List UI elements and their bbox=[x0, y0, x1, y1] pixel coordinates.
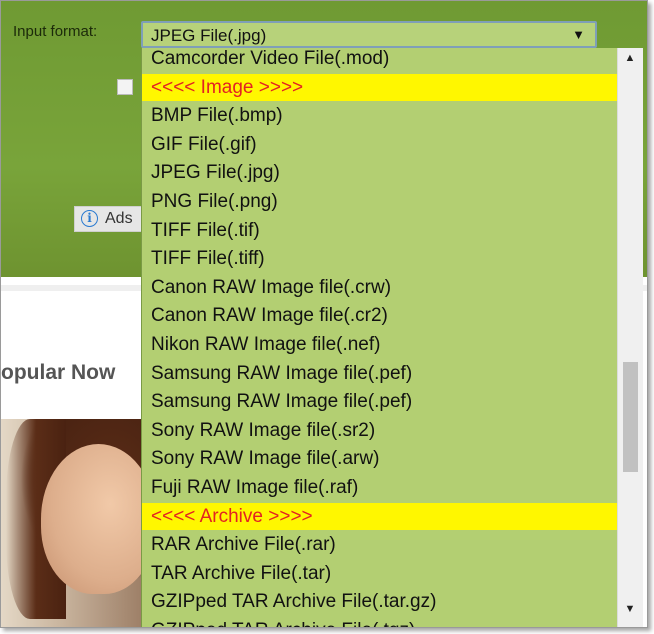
select-value: JPEG File(.jpg) bbox=[151, 26, 267, 45]
dropdown-group-header: <<<< Archive >>>> bbox=[142, 502, 618, 530]
dropdown-option[interactable]: Sony RAW Image file(.arw) bbox=[142, 445, 618, 472]
promo-photo[interactable] bbox=[1, 419, 141, 627]
dropdown-option[interactable]: TIFF File(.tiff) bbox=[142, 245, 618, 272]
scroll-up-icon[interactable]: ▲ bbox=[618, 52, 642, 70]
option-checkbox[interactable] bbox=[117, 79, 133, 95]
dropdown-option[interactable]: Samsung RAW Image file(.pef) bbox=[142, 388, 618, 415]
ads-label: Ads bbox=[105, 210, 133, 227]
dropdown-option[interactable]: Canon RAW Image file(.crw) bbox=[142, 274, 618, 301]
dropdown-option[interactable]: Samsung RAW Image file(.pef) bbox=[142, 360, 618, 387]
chevron-down-icon[interactable]: ▼ bbox=[572, 27, 585, 42]
dropdown-option[interactable]: GIF File(.gif) bbox=[142, 131, 618, 158]
dropdown-option[interactable]: Fuji RAW Image file(.raf) bbox=[142, 474, 618, 501]
input-format-label: Input format: bbox=[13, 23, 98, 40]
scroll-down-icon[interactable]: ▼ bbox=[618, 603, 642, 621]
format-dropdown-list[interactable]: Camcorder Video File(.mod) <<<< Image >>>… bbox=[141, 48, 618, 627]
dropdown-option[interactable]: GZIPped TAR Archive File(.tgz) bbox=[142, 617, 618, 627]
input-format-select[interactable]: JPEG File(.jpg) ▼ bbox=[141, 21, 597, 48]
dropdown-option[interactable]: RAR Archive File(.rar) bbox=[142, 531, 618, 558]
dropdown-option[interactable]: TIFF File(.tif) bbox=[142, 217, 618, 244]
dropdown-option[interactable]: JPEG File(.jpg) bbox=[142, 159, 618, 186]
dropdown-option[interactable]: Camcorder Video File(.mod) bbox=[142, 48, 618, 72]
dropdown-scrollbar[interactable]: ▲ ▼ bbox=[617, 48, 643, 627]
dropdown-option[interactable]: PNG File(.png) bbox=[142, 188, 618, 215]
info-icon: i bbox=[81, 210, 98, 227]
app-frame: Input format: JPEG File(.jpg) ▼ i Ads op… bbox=[0, 0, 648, 628]
scroll-thumb[interactable] bbox=[623, 362, 638, 472]
popular-now-heading: opular Now bbox=[1, 361, 116, 384]
dropdown-group-header: <<<< Image >>>> bbox=[142, 73, 618, 101]
photo-face bbox=[41, 444, 141, 594]
dropdown-option[interactable]: Nikon RAW Image file(.nef) bbox=[142, 331, 618, 358]
dropdown-option[interactable]: GZIPped TAR Archive File(.tar.gz) bbox=[142, 588, 618, 615]
dropdown-option[interactable]: BMP File(.bmp) bbox=[142, 102, 618, 129]
dropdown-option[interactable]: Sony RAW Image file(.sr2) bbox=[142, 417, 618, 444]
dropdown-option[interactable]: Canon RAW Image file(.cr2) bbox=[142, 302, 618, 329]
dropdown-option[interactable]: TAR Archive File(.tar) bbox=[142, 560, 618, 587]
